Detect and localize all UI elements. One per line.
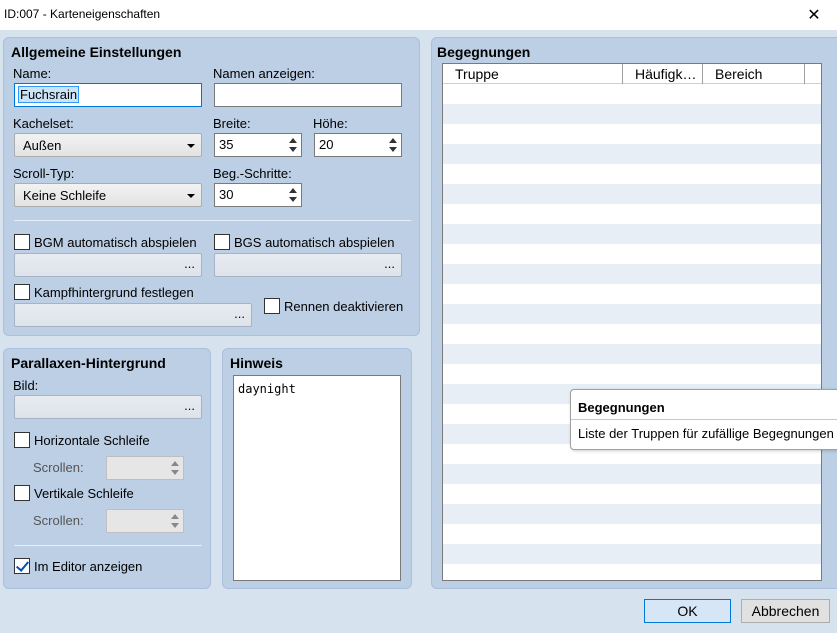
name-label: Name:: [13, 66, 52, 81]
height-label: Höhe:: [313, 116, 348, 131]
loop-horizontal-label: Horizontale Schleife: [34, 433, 150, 448]
height-value: 20: [319, 137, 334, 152]
spin-up-icon[interactable]: [289, 138, 297, 143]
ellipsis-icon: ...: [234, 306, 245, 321]
encounters-title: Begegnungen: [437, 44, 531, 60]
tooltip-title: Begegnungen: [578, 400, 665, 415]
battleback-checkbox[interactable]: [14, 284, 30, 300]
chevron-down-icon: [187, 194, 195, 198]
disable-dash-label: Rennen deaktivieren: [284, 299, 404, 314]
disable-dash-checkbox[interactable]: [264, 298, 280, 314]
battleback-picker[interactable]: ...: [14, 303, 252, 327]
note-textarea[interactable]: daynight: [233, 375, 401, 581]
loop-horizontal-checkbox[interactable]: [14, 432, 30, 448]
spin-up-icon[interactable]: [171, 514, 179, 519]
bgm-checkbox[interactable]: [14, 234, 30, 250]
chevron-down-icon: [187, 144, 195, 148]
cancel-button[interactable]: Abbrechen: [741, 599, 830, 623]
spin-down-icon[interactable]: [171, 470, 179, 475]
tooltip-divider: [571, 419, 837, 420]
width-stepper[interactable]: 35: [214, 133, 302, 157]
note-group: Hinweis daynight: [222, 348, 412, 589]
note-title: Hinweis: [230, 355, 283, 371]
bgs-checkbox[interactable]: [214, 234, 230, 250]
spin-up-icon[interactable]: [171, 461, 179, 466]
width-value: 35: [219, 137, 234, 152]
title-bar: ID:007 - Karteneigenschaften ✕: [0, 0, 837, 30]
display-name-input[interactable]: [214, 83, 402, 107]
table-rows[interactable]: [443, 84, 821, 580]
spin-down-icon[interactable]: [171, 523, 179, 528]
parallax-image-picker[interactable]: ...: [14, 395, 202, 419]
show-in-editor-checkbox[interactable]: [14, 558, 30, 574]
scroll-v-label: Scrollen:: [33, 513, 84, 528]
scroll-h-label: Scrollen:: [33, 460, 84, 475]
spin-up-icon[interactable]: [389, 138, 397, 143]
scroll-type-select[interactable]: Keine Schleife: [14, 183, 202, 207]
ellipsis-icon: ...: [184, 398, 195, 413]
encounters-table[interactable]: Truppe Häufigk… Bereich: [442, 63, 822, 581]
tooltip-text: Liste der Truppen für zufällige Begegnun…: [578, 426, 834, 441]
name-input[interactable]: Fuchsrain: [14, 83, 202, 107]
general-settings-group: Allgemeine Einstellungen Name: Fuchsrain…: [3, 37, 420, 336]
bgm-label: BGM automatisch abspielen: [34, 235, 197, 250]
spin-up-icon[interactable]: [289, 188, 297, 193]
close-icon[interactable]: ✕: [791, 0, 837, 30]
encounters-tooltip: Begegnungen Liste der Truppen für zufäll…: [570, 389, 837, 450]
tileset-value: Außen: [23, 138, 62, 153]
height-stepper[interactable]: 20: [314, 133, 402, 157]
scroll-h-stepper[interactable]: [106, 456, 184, 480]
loop-vertical-label: Vertikale Schleife: [34, 486, 134, 501]
bgs-picker[interactable]: ...: [214, 253, 402, 277]
scroll-v-stepper[interactable]: [106, 509, 184, 533]
battleback-label: Kampfhintergrund festlegen: [34, 285, 194, 300]
width-label: Breite:: [213, 116, 251, 131]
bgs-label: BGS automatisch abspielen: [234, 235, 395, 250]
divider: [14, 220, 411, 221]
bgm-picker[interactable]: ...: [14, 253, 202, 277]
encounter-steps-label: Beg.-Schritte:: [213, 166, 292, 181]
show-in-editor-label: Im Editor anzeigen: [34, 559, 143, 574]
parallax-group: Parallaxen-Hintergrund Bild: ... Horizon…: [3, 348, 211, 589]
spin-down-icon[interactable]: [389, 147, 397, 152]
column-header-troop[interactable]: Truppe: [443, 64, 623, 84]
parallax-title: Parallaxen-Hintergrund: [11, 355, 166, 371]
scroll-type-label: Scroll-Typ:: [13, 166, 75, 181]
column-header-range[interactable]: Bereich: [703, 64, 805, 84]
column-header-frequency[interactable]: Häufigk…: [623, 64, 703, 84]
tileset-label: Kachelset:: [13, 116, 74, 131]
loop-vertical-checkbox[interactable]: [14, 485, 30, 501]
encounter-steps-stepper[interactable]: 30: [214, 183, 302, 207]
spin-down-icon[interactable]: [289, 147, 297, 152]
encounter-steps-value: 30: [219, 187, 234, 202]
spin-down-icon[interactable]: [289, 197, 297, 202]
ellipsis-icon: ...: [184, 256, 195, 271]
ok-button[interactable]: OK: [644, 599, 731, 623]
display-name-label: Namen anzeigen:: [213, 66, 315, 81]
encounters-group: Begegnungen Truppe Häufigk… Bereich: [431, 37, 837, 589]
tileset-select[interactable]: Außen: [14, 133, 202, 157]
table-header: Truppe Häufigk… Bereich: [443, 64, 821, 84]
image-label: Bild:: [13, 378, 39, 393]
scroll-type-value: Keine Schleife: [23, 188, 107, 203]
window-title: ID:007 - Karteneigenschaften: [4, 7, 161, 21]
divider: [14, 545, 202, 546]
name-input-value: Fuchsrain: [17, 86, 80, 103]
dialog-client: Allgemeine Einstellungen Name: Fuchsrain…: [0, 30, 837, 633]
ellipsis-icon: ...: [384, 256, 395, 271]
general-settings-title: Allgemeine Einstellungen: [11, 44, 182, 60]
